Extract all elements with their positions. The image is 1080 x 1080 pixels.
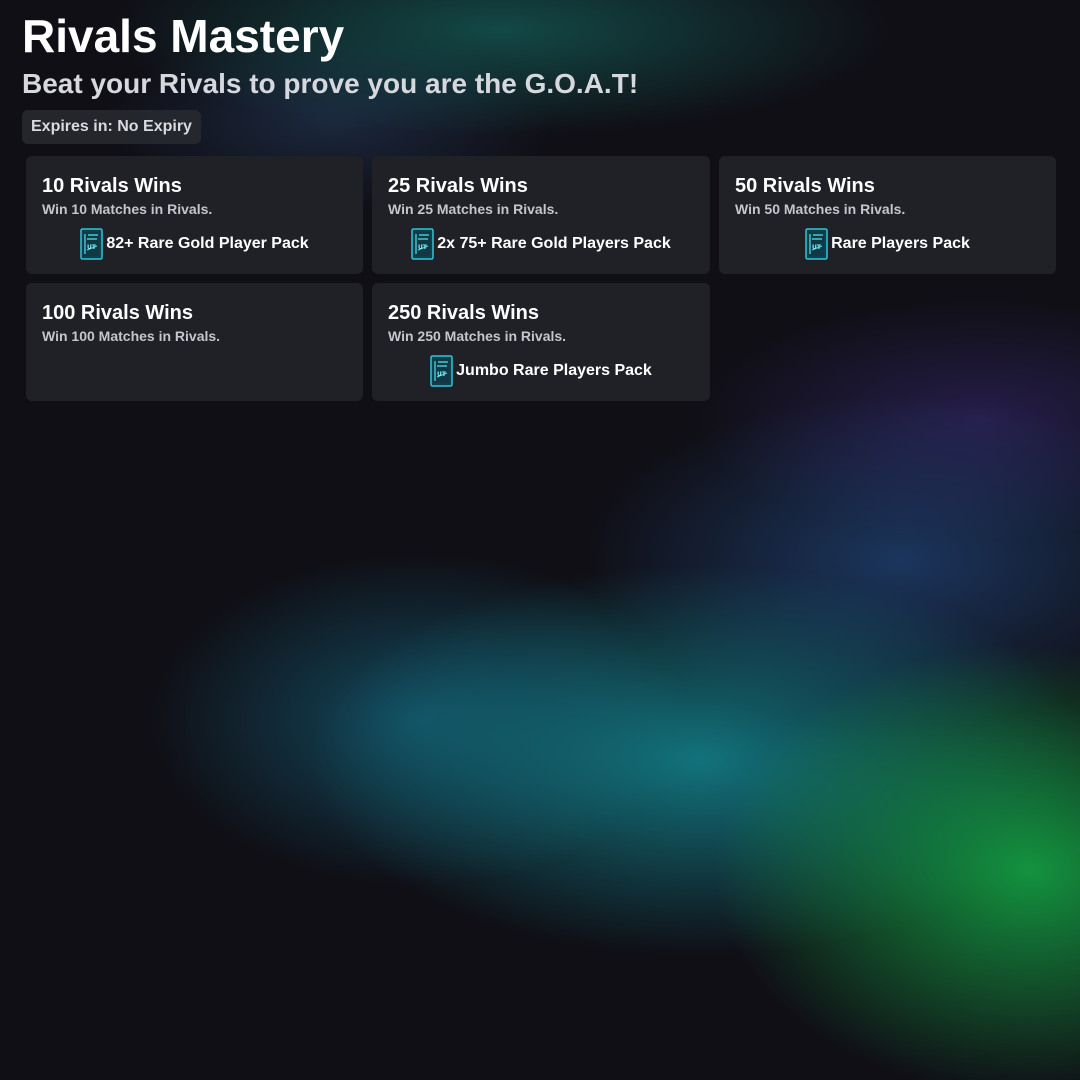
objective-title: 10 Rivals Wins [42,175,182,197]
pack-icon: UT [430,355,453,387]
reward-label: 82+ Rare Gold Player Pack [106,235,309,252]
reward-label: 2x 75+ Rare Gold Players Pack [437,235,671,252]
objective-title: 100 Rivals Wins [42,302,194,324]
svg-text:UT: UT [812,244,822,251]
objective-description: Win 250 Matches in Rivals. [388,328,567,344]
objective-title: 50 Rivals Wins [735,175,875,197]
svg-text:UT: UT [437,371,447,378]
objective-description: Win 50 Matches in Rivals. [735,201,906,217]
objective-card-100-wins[interactable]: 100 Rivals Wins Win 100 Matches in Rival… [26,283,363,401]
pack-icon: UT [805,228,828,260]
objectives-page: Rivals Mastery Beat your Rivals to prove… [22,10,1058,401]
reward-label: Jumbo Rare Players Pack [456,362,652,379]
objective-description: Win 10 Matches in Rivals. [42,201,213,217]
objective-reward: UT Jumbo Rare Players Pack [388,355,694,387]
reward-label: Rare Players Pack [831,235,970,252]
page-title: Rivals Mastery [22,10,345,62]
objective-reward: UT 2x 75+ Rare Gold Players Pack [388,228,694,260]
objective-reward: UT 82+ Rare Gold Player Pack [42,228,347,260]
page-subtitle: Beat your Rivals to prove you are the G.… [22,68,639,99]
pack-icon: UT [411,228,434,260]
objective-title: 25 Rivals Wins [388,175,528,197]
objective-card-250-wins[interactable]: 250 Rivals Wins Win 250 Matches in Rival… [372,283,710,401]
pack-icon: UT [80,228,104,260]
objective-title: 250 Rivals Wins [388,302,540,324]
objective-description: Win 100 Matches in Rivals. [42,328,221,344]
objective-description: Win 25 Matches in Rivals. [388,201,559,217]
objective-card-50-wins[interactable]: 50 Rivals Wins Win 50 Matches in Rivals.… [719,156,1056,274]
svg-text:UT: UT [418,244,428,251]
objective-card-10-wins[interactable]: 10 Rivals Wins Win 10 Matches in Rivals.… [26,156,363,274]
expiry-badge: Expires in: No Expiry [22,110,201,144]
objective-card-25-wins[interactable]: 25 Rivals Wins Win 25 Matches in Rivals.… [372,156,710,274]
objectives-grid: 10 Rivals Wins Win 10 Matches in Rivals.… [26,156,1058,401]
svg-text:UT: UT [87,244,97,251]
objective-reward: UT Rare Players Pack [735,228,1040,260]
